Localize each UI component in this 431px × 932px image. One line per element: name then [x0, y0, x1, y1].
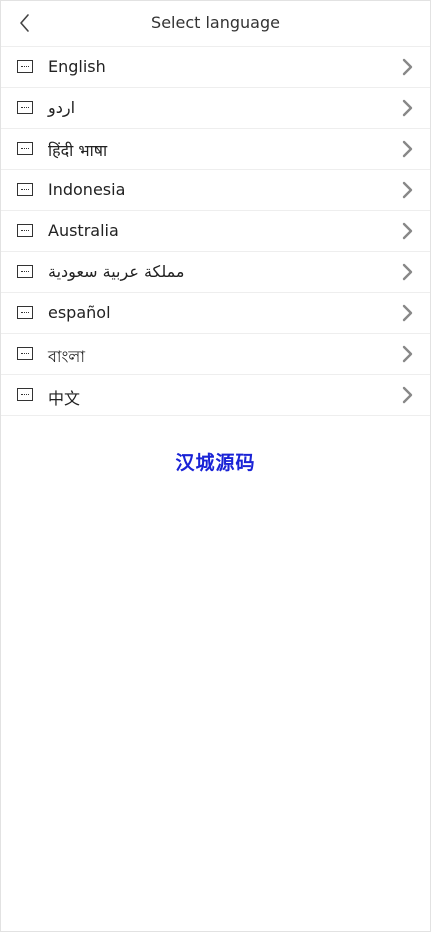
flag-icon: [17, 265, 33, 278]
chevron-right-icon: [402, 181, 413, 199]
language-label: हिंदी भाषा: [48, 141, 108, 160]
language-item-hindi[interactable]: हिंदी भाषा: [1, 129, 430, 170]
flag-icon: [17, 224, 33, 237]
language-list: English اردو हिंदी भाषा Indonesia Austra…: [1, 47, 430, 416]
language-item-english[interactable]: English: [1, 47, 430, 88]
language-item-chinese[interactable]: 中文: [1, 375, 430, 416]
language-item-urdu[interactable]: اردو: [1, 88, 430, 129]
chevron-right-icon: [402, 99, 413, 117]
language-label: مملكة عربية سعودية: [48, 262, 185, 281]
language-label: español: [48, 303, 111, 322]
flag-icon: [17, 306, 33, 319]
flag-icon: [17, 142, 33, 155]
chevron-right-icon: [402, 304, 413, 322]
flag-icon: [17, 183, 33, 196]
chevron-right-icon: [402, 263, 413, 281]
language-label: বাংলা: [48, 347, 85, 366]
language-label: English: [48, 57, 106, 76]
language-label: اردو: [48, 98, 76, 117]
watermark-text: 汉城源码: [175, 452, 256, 474]
flag-icon: [17, 347, 33, 360]
language-item-bengali[interactable]: বাংলা: [1, 334, 430, 375]
flag-icon: [17, 101, 33, 114]
page-title: Select language: [151, 13, 280, 32]
chevron-right-icon: [402, 222, 413, 240]
language-item-spanish[interactable]: español: [1, 293, 430, 334]
language-label: Indonesia: [48, 180, 126, 199]
language-item-indonesia[interactable]: Indonesia: [1, 170, 430, 211]
header: Select language: [1, 1, 430, 47]
chevron-right-icon: [402, 140, 413, 158]
chevron-right-icon: [402, 345, 413, 363]
screen: Select language English اردو हिंदी भाषा …: [0, 0, 431, 932]
language-item-australia[interactable]: Australia: [1, 211, 430, 252]
flag-icon: [17, 60, 33, 73]
language-label: Australia: [48, 221, 119, 240]
language-item-saudi-arabic[interactable]: مملكة عربية سعودية: [1, 252, 430, 293]
chevron-right-icon: [402, 386, 413, 404]
chevron-right-icon: [402, 58, 413, 76]
flag-icon: [17, 388, 33, 401]
language-label: 中文: [48, 389, 81, 408]
